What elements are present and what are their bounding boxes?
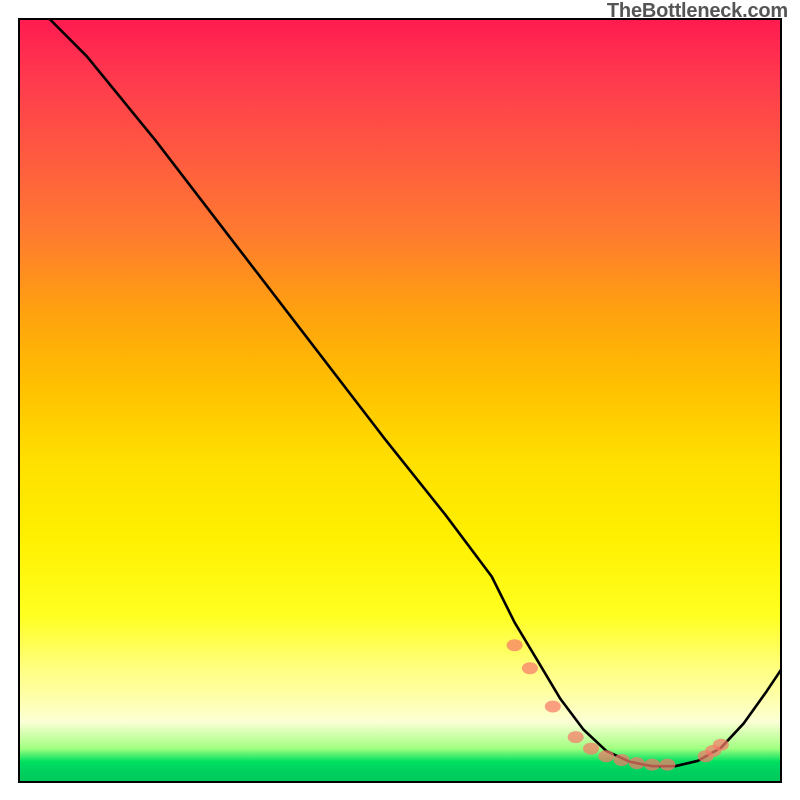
chart-gradient-background — [18, 18, 782, 783]
bottleneck-chart: TheBottleneck.com — [0, 0, 800, 800]
watermark-text: TheBottleneck.com — [607, 0, 788, 23]
